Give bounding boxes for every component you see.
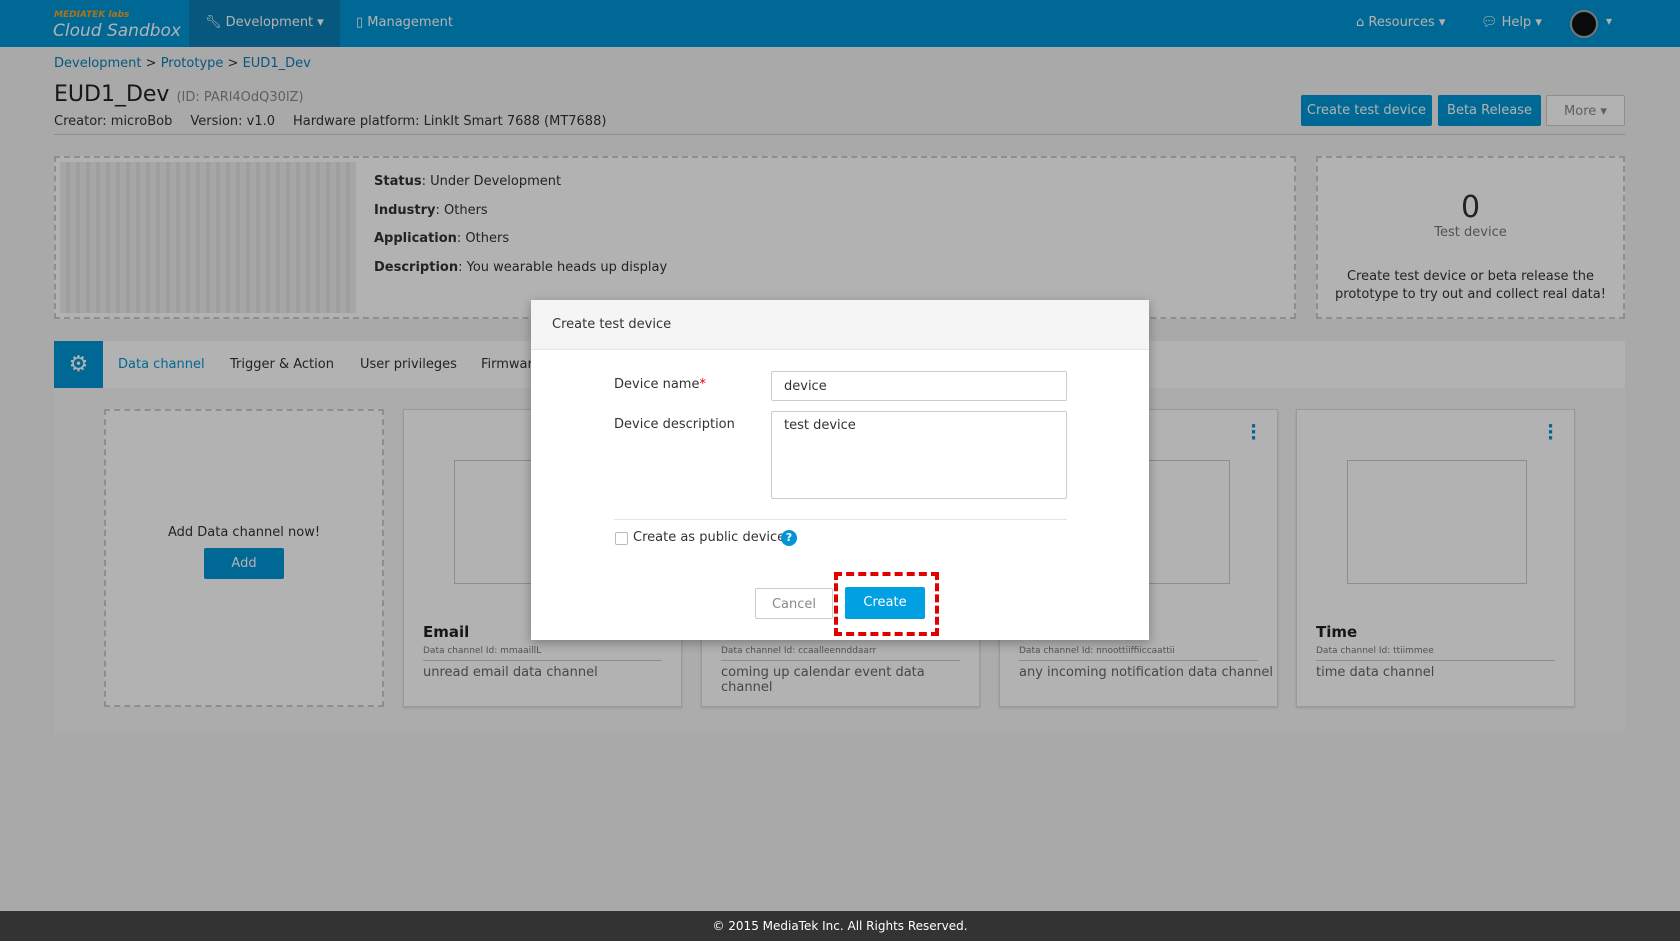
device-description-textarea[interactable]: test device bbox=[771, 411, 1067, 499]
public-device-checkbox[interactable] bbox=[615, 532, 628, 545]
dialog-title: Create test device bbox=[531, 300, 1149, 350]
help-icon[interactable]: ? bbox=[781, 530, 797, 546]
device-name-input[interactable] bbox=[771, 371, 1067, 401]
public-device-label: Create as public device bbox=[633, 530, 786, 545]
create-test-device-dialog: Create test device Device name* Device d… bbox=[531, 300, 1149, 640]
create-button[interactable]: Create bbox=[845, 587, 925, 619]
divider bbox=[614, 519, 1067, 520]
device-description-label: Device description bbox=[614, 417, 735, 432]
device-name-label: Device name* bbox=[614, 377, 706, 392]
footer: © 2015 MediaTek Inc. All Rights Reserved… bbox=[0, 911, 1680, 941]
cancel-button[interactable]: Cancel bbox=[755, 588, 833, 619]
